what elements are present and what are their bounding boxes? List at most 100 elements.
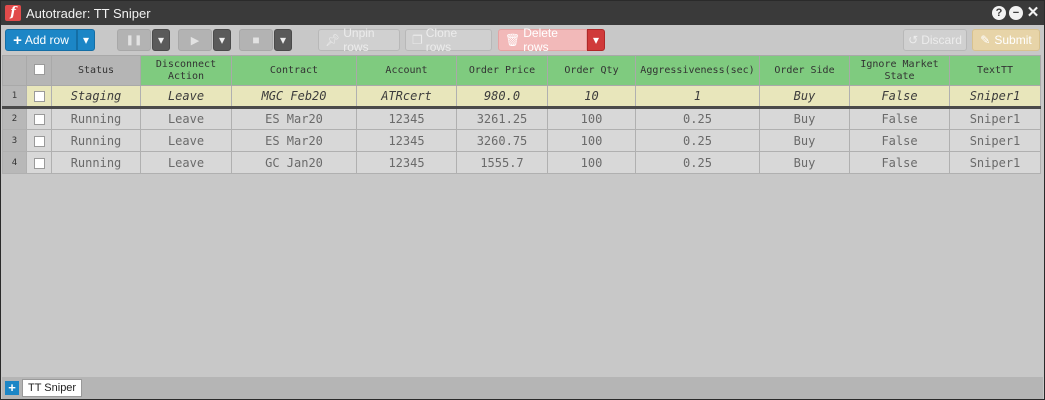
add-row-dropdown[interactable]: ▾ xyxy=(77,29,95,51)
discard-label: Discard xyxy=(921,33,962,47)
cell-texttt[interactable]: Sniper1 xyxy=(949,151,1041,174)
cell-texttt[interactable]: Sniper1 xyxy=(949,129,1041,152)
cell-ignore-market-state[interactable]: False xyxy=(849,151,950,174)
pencil-icon: ✎ xyxy=(980,33,991,47)
tab-tt-sniper[interactable]: TT Sniper xyxy=(22,379,83,397)
add-tab-icon[interactable]: + xyxy=(5,381,19,395)
cell-ignore-market-state[interactable]: False xyxy=(849,85,950,109)
cell-status[interactable]: Staging xyxy=(51,85,141,109)
cell-aggressiveness[interactable]: 0.25 xyxy=(635,107,760,130)
cell-order-side[interactable]: Buy xyxy=(759,129,850,152)
column-header-status[interactable]: Status xyxy=(51,55,141,86)
chevron-down-icon: ▾ xyxy=(82,33,90,47)
pause-dropdown[interactable]: ▾ xyxy=(152,29,170,51)
cell-status[interactable]: Running xyxy=(51,129,141,152)
select-all-header xyxy=(26,55,52,86)
cell-order-price[interactable]: 3261.25 xyxy=(456,107,548,130)
column-header-ignore-market-state[interactable]: Ignore Market State xyxy=(849,55,950,86)
cell-order-qty[interactable]: 100 xyxy=(547,129,636,152)
cell-order-price[interactable]: 980.0 xyxy=(456,85,548,109)
column-header-order-qty[interactable]: Order Qty xyxy=(547,55,636,86)
column-header-disconnect-action[interactable]: Disconnect Action xyxy=(140,55,232,86)
cell-account[interactable]: 12345 xyxy=(356,107,457,130)
help-icon[interactable]: ? xyxy=(992,6,1006,20)
play-icon: ▶ xyxy=(190,34,200,47)
autotrader-table: Status Disconnect Action Contract Accoun… xyxy=(2,55,1041,174)
unpin-rows-button[interactable]: 📌︎ Unpin rows xyxy=(318,26,400,54)
toolbar: + Add row ▾ ❚❚ ▾ ▶ ▾ ■ ▾ 📌︎ Unpin rows ❐… xyxy=(1,25,1044,55)
cell-disconnect-action[interactable]: Leave xyxy=(140,107,232,130)
table-row[interactable]: 4 Running Leave GC Jan20 12345 1555.7 100 0.25 B… xyxy=(2,151,1041,174)
delete-rows-dropdown[interactable]: ▾ xyxy=(587,29,605,51)
cell-order-price[interactable]: 3260.75 xyxy=(456,129,548,152)
cell-ignore-market-state[interactable]: False xyxy=(849,107,950,130)
tab-bar: + TT Sniper xyxy=(2,377,1043,399)
table-row[interactable]: 1 Staging Leave MGC Feb20 ATRcert 980.0 10 1 Buy… xyxy=(2,85,1041,109)
column-header-order-price[interactable]: Order Price xyxy=(456,55,548,86)
cell-contract[interactable]: ES Mar20 xyxy=(231,129,357,152)
play-button[interactable]: ▶ xyxy=(178,29,212,51)
cell-order-side[interactable]: Buy xyxy=(759,151,850,174)
cell-account[interactable]: 12345 xyxy=(356,129,457,152)
row-checkbox[interactable] xyxy=(33,91,45,102)
table-row[interactable]: 2 Running Leave ES Mar20 12345 3261.25 100 0.25… xyxy=(2,107,1041,130)
close-icon[interactable]: ✕ xyxy=(1026,5,1040,20)
cell-order-qty[interactable]: 10 xyxy=(547,85,636,109)
column-header-texttt[interactable]: TextTT xyxy=(949,55,1041,86)
select-all-checkbox[interactable] xyxy=(33,64,45,76)
cell-texttt[interactable]: Sniper1 xyxy=(949,85,1041,109)
row-checkbox[interactable] xyxy=(33,135,45,147)
cell-ignore-market-state[interactable]: False xyxy=(849,129,950,152)
delete-rows-button[interactable]: 🗑︎ Delete rows xyxy=(498,26,587,54)
stop-dropdown[interactable]: ▾ xyxy=(274,29,292,51)
column-header-contract[interactable]: Contract xyxy=(231,55,357,86)
plus-icon: + xyxy=(13,31,22,49)
title-bar[interactable]: f Autotrader: TT Sniper ? − ✕ xyxy=(1,1,1044,25)
cell-order-qty[interactable]: 100 xyxy=(547,107,636,130)
add-row-button[interactable]: + Add row xyxy=(5,29,77,51)
cell-order-qty[interactable]: 100 xyxy=(547,151,636,174)
cell-disconnect-action[interactable]: Leave xyxy=(140,129,232,152)
minimize-icon[interactable]: − xyxy=(1009,6,1023,20)
cell-texttt[interactable]: Sniper1 xyxy=(949,107,1041,130)
cell-disconnect-action[interactable]: Leave xyxy=(140,151,232,174)
row-select-cell xyxy=(26,129,52,152)
pause-icon: ❚❚ xyxy=(125,34,143,46)
row-number: 1 xyxy=(2,85,27,109)
table-row[interactable]: 3 Running Leave ES Mar20 12345 3260.75 100 0.25… xyxy=(2,129,1041,152)
chevron-down-icon: ▾ xyxy=(157,33,165,47)
cell-status[interactable]: Running xyxy=(51,107,141,130)
clone-rows-label: Clone rows xyxy=(425,26,458,54)
cell-order-side[interactable]: Buy xyxy=(759,107,850,130)
stop-icon: ■ xyxy=(252,33,260,47)
window-controls: ? − ✕ xyxy=(992,5,1040,20)
cell-contract[interactable]: ES Mar20 xyxy=(231,107,357,130)
cell-disconnect-action[interactable]: Leave xyxy=(140,85,232,109)
chevron-down-icon: ▾ xyxy=(279,33,287,47)
delete-rows-label: Delete rows xyxy=(523,26,558,54)
stop-button[interactable]: ■ xyxy=(239,29,273,51)
cell-account[interactable]: 12345 xyxy=(356,151,457,174)
row-checkbox[interactable] xyxy=(33,114,45,125)
cell-order-price[interactable]: 1555.7 xyxy=(456,151,548,174)
submit-button[interactable]: ✎ Submit xyxy=(972,29,1040,51)
cell-account[interactable]: ATRcert xyxy=(356,85,457,109)
column-header-order-side[interactable]: Order Side xyxy=(759,55,850,86)
column-header-account[interactable]: Account xyxy=(356,55,457,86)
row-number: 4 xyxy=(2,151,27,174)
cell-contract[interactable]: GC Jan20 xyxy=(231,151,357,174)
cell-status[interactable]: Running xyxy=(51,151,141,174)
row-checkbox[interactable] xyxy=(33,157,45,169)
cell-aggressiveness[interactable]: 1 xyxy=(635,85,760,109)
cell-order-side[interactable]: Buy xyxy=(759,85,850,109)
pause-button[interactable]: ❚❚ xyxy=(117,29,151,51)
cell-aggressiveness[interactable]: 0.25 xyxy=(635,151,760,174)
cell-contract[interactable]: MGC Feb20 xyxy=(231,85,357,109)
clone-rows-button[interactable]: ❐ Clone rows xyxy=(405,26,492,54)
row-number: 2 xyxy=(2,107,27,130)
cell-aggressiveness[interactable]: 0.25 xyxy=(635,129,760,152)
discard-button[interactable]: ↺ Discard xyxy=(903,29,967,51)
play-dropdown[interactable]: ▾ xyxy=(213,29,231,51)
row-select-cell xyxy=(26,151,52,174)
column-header-aggressiveness[interactable]: Aggressiveness(sec) xyxy=(635,55,760,86)
